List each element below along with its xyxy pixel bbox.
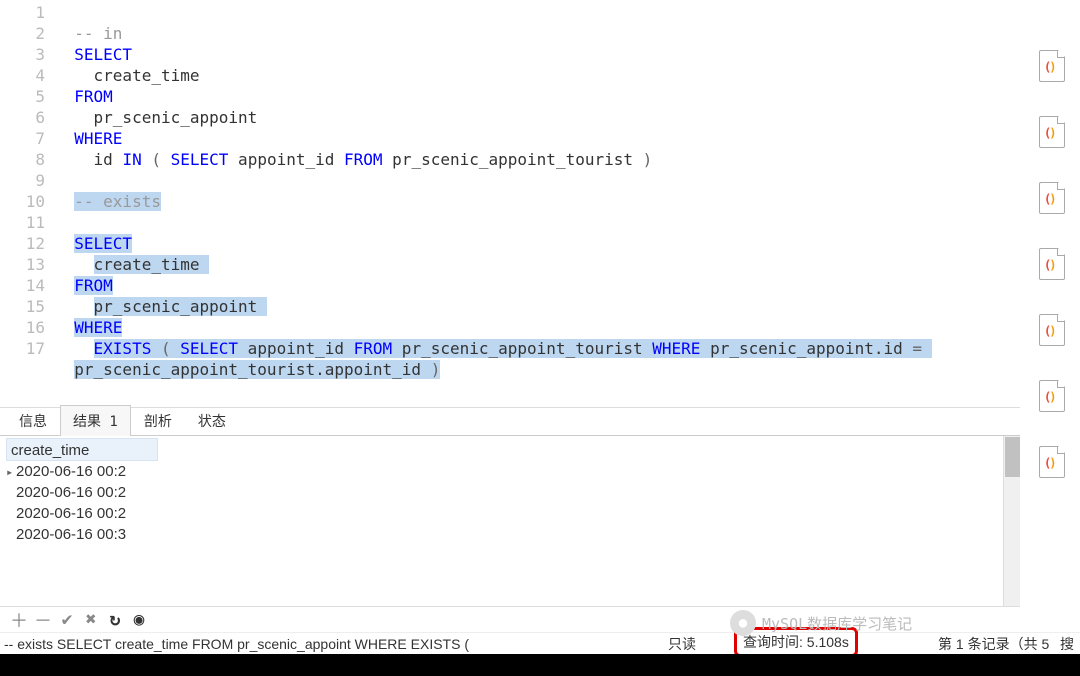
tab-结果 1[interactable]: 结果 1 xyxy=(60,405,131,436)
side-file-icon[interactable]: () xyxy=(1039,446,1071,482)
tab-剖析[interactable]: 剖析 xyxy=(131,405,185,436)
query-time-highlight: 查询时间: 5.108s xyxy=(734,627,858,657)
tab-状态[interactable]: 状态 xyxy=(185,405,239,436)
result-grid[interactable]: create_time ▸2020-06-16 00:22020-06-16 0… xyxy=(0,436,1020,606)
line-gutter: 1234567891011121314151617 xyxy=(0,0,55,407)
vertical-scrollbar[interactable] xyxy=(1003,436,1020,606)
side-file-icon[interactable]: () xyxy=(1039,50,1071,86)
side-file-icon[interactable]: () xyxy=(1039,248,1071,284)
side-file-icon[interactable]: () xyxy=(1039,182,1071,218)
grid-toolbar: ＋ － ✔ ✖ ↻ ◉ xyxy=(0,606,1020,632)
column-header[interactable]: create_time xyxy=(6,438,158,461)
bottom-strip xyxy=(0,654,1080,676)
table-row[interactable]: 2020-06-16 00:3 xyxy=(6,524,159,545)
status-querytime: 查询时间: 5.108s xyxy=(743,632,849,652)
tab-信息[interactable]: 信息 xyxy=(6,405,60,436)
delete-row-button[interactable]: － xyxy=(34,611,52,629)
table-row[interactable]: ▸2020-06-16 00:2 xyxy=(6,461,159,482)
result-tabs: 信息结果 1剖析状态 xyxy=(0,408,1020,436)
status-sql: -- exists SELECT create_time FROM pr_sce… xyxy=(4,636,469,652)
table-row[interactable]: 2020-06-16 00:2 xyxy=(6,503,159,524)
stop-button[interactable]: ◉ xyxy=(130,611,148,629)
side-file-icon[interactable]: () xyxy=(1039,380,1071,416)
status-bar: -- exists SELECT create_time FROM pr_sce… xyxy=(0,632,1080,654)
side-file-icon[interactable]: () xyxy=(1039,116,1071,152)
sql-editor[interactable]: 1234567891011121314151617 -- in SELECT c… xyxy=(0,0,1020,408)
result-rows: ▸2020-06-16 00:22020-06-16 00:22020-06-1… xyxy=(6,461,159,545)
status-search: 搜 xyxy=(1060,634,1074,654)
cancel-button[interactable]: ✖ xyxy=(82,611,100,629)
side-file-icon[interactable]: () xyxy=(1039,314,1071,350)
apply-button[interactable]: ✔ xyxy=(58,611,76,629)
status-records: 第 1 条记录（共 5 xyxy=(938,634,1049,654)
code-content[interactable]: -- in SELECT create_time FROM pr_scenic_… xyxy=(55,0,1020,407)
add-row-button[interactable]: ＋ xyxy=(10,611,28,629)
status-readonly: 只读 xyxy=(668,634,696,654)
table-row[interactable]: 2020-06-16 00:2 xyxy=(6,482,159,503)
refresh-button[interactable]: ↻ xyxy=(106,611,124,629)
side-icon-bar: () () () () () () () xyxy=(1030,0,1080,600)
